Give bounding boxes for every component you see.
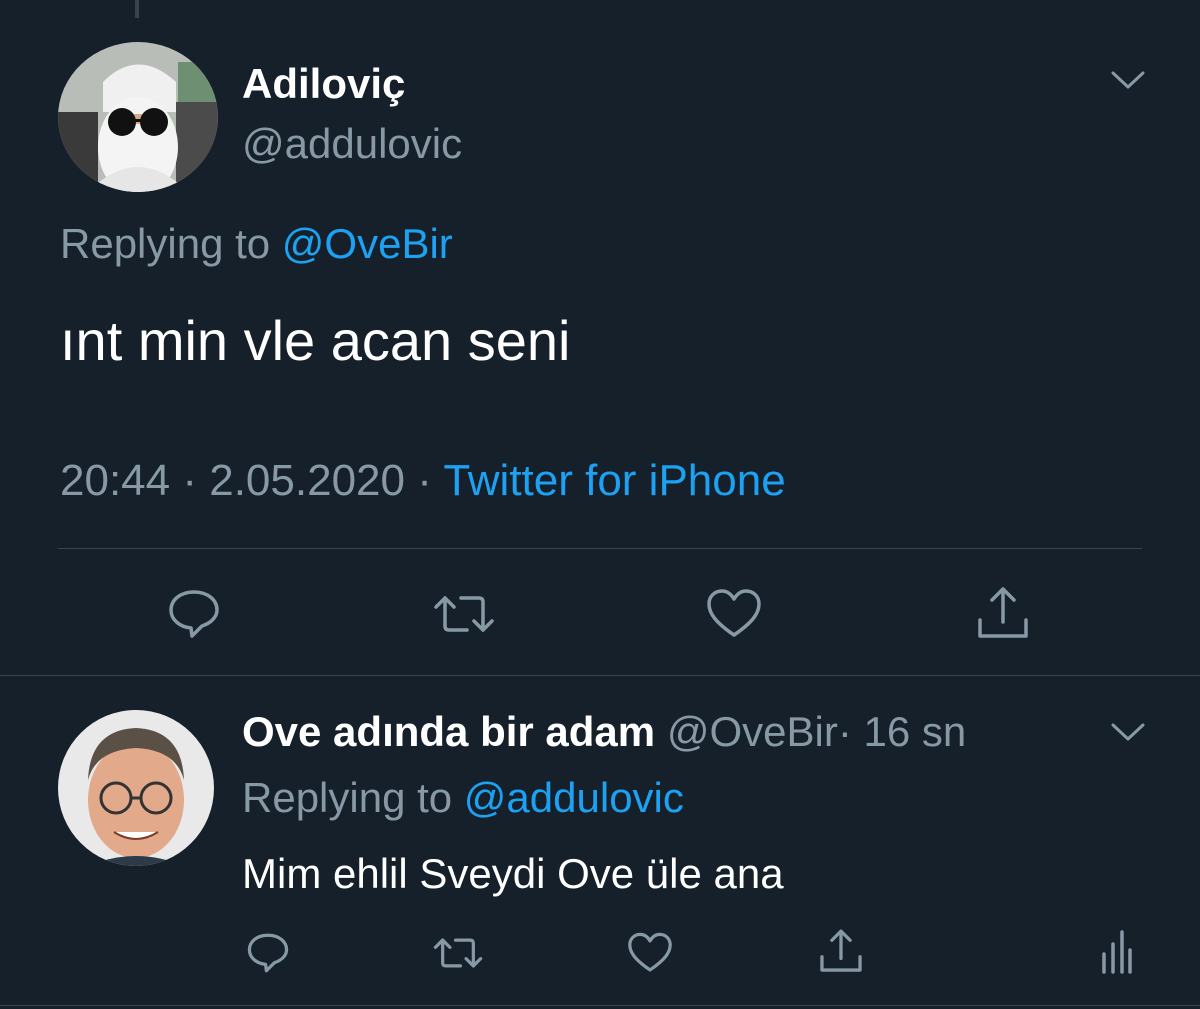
like-icon: [705, 588, 763, 645]
reply-author-line: Ove adında bir adam @OveBir· 16 sn: [242, 708, 966, 756]
replying-to-label: Replying to: [60, 220, 282, 267]
avatar[interactable]: [58, 710, 214, 866]
reply-icon: [245, 932, 291, 979]
analytics-icon: [1099, 928, 1133, 979]
reply-age: 16 sn: [863, 708, 967, 755]
chevron-down-icon[interactable]: [1110, 68, 1146, 97]
meta-separator: ·: [182, 456, 197, 505]
divider: [0, 1005, 1200, 1006]
replying-to-label: Replying to: [242, 774, 464, 821]
replying-to-line: Replying to @addulovic: [242, 774, 684, 822]
analytics-button[interactable]: [1096, 926, 1136, 980]
tweet-source-link[interactable]: Twitter for iPhone: [443, 456, 785, 505]
reply-handle[interactable]: @OveBir: [667, 708, 838, 755]
chevron-down-icon[interactable]: [1110, 720, 1146, 749]
retweet-icon: [431, 588, 497, 645]
avatar[interactable]: [58, 42, 218, 192]
tweet-text: ınt min vle acan seni: [60, 309, 571, 372]
like-button[interactable]: [700, 584, 768, 648]
reply-button[interactable]: [160, 584, 228, 648]
reply-button[interactable]: [242, 930, 294, 980]
divider: [58, 548, 1142, 549]
tweet-time: 20:44: [60, 456, 171, 505]
replying-to-handle-link[interactable]: @addulovic: [464, 774, 684, 821]
replying-to-line: Replying to @OveBir: [60, 220, 453, 268]
retweet-icon: [430, 932, 486, 979]
like-icon: [626, 932, 674, 979]
author-handle[interactable]: @addulovic: [242, 120, 462, 168]
share-button[interactable]: [814, 926, 868, 980]
divider: [0, 675, 1200, 676]
tweet-date: 2.05.2020: [209, 456, 405, 505]
replying-to-handle-link[interactable]: @OveBir: [282, 220, 453, 267]
reply-display-name[interactable]: Ove adında bir adam: [242, 708, 655, 755]
like-button[interactable]: [624, 930, 676, 980]
tweet-meta: 20:44 · 2.05.2020 · Twitter for iPhone: [60, 456, 786, 506]
retweet-button[interactable]: [428, 930, 488, 980]
meta-separator: ·: [417, 456, 432, 505]
reply-icon: [166, 588, 222, 645]
thread-connector-line: [135, 0, 139, 18]
share-icon: [817, 927, 865, 980]
reply-tweet-text: Mim ehlil Sveydi Ove üle ana: [242, 850, 784, 897]
meta-separator: ·: [837, 708, 852, 755]
retweet-button[interactable]: [428, 584, 500, 648]
share-icon: [974, 584, 1032, 647]
author-display-name[interactable]: Adiloviç: [242, 60, 405, 108]
share-button[interactable]: [970, 582, 1036, 648]
